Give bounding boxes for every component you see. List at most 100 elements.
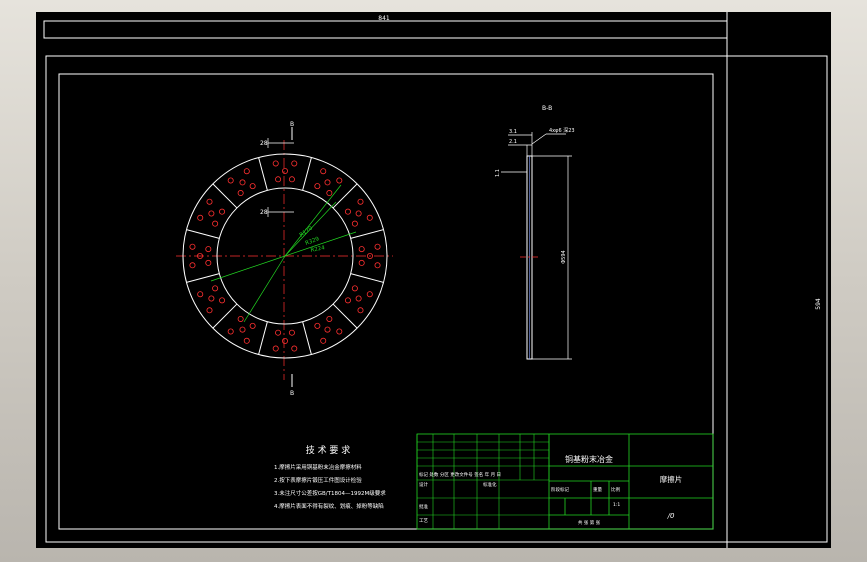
rivet-hole (374, 243, 381, 250)
rivet-hole (237, 315, 244, 322)
overall-height-dim: 594 (815, 298, 822, 310)
section-dim-height: Φ594 (561, 250, 567, 263)
rivet-hole (355, 295, 362, 302)
rivet-hole (351, 220, 358, 227)
rivet-hole (366, 291, 373, 298)
rivet-hole (206, 307, 213, 314)
section-mark-top: B (290, 121, 294, 128)
rivet-hole (288, 176, 295, 183)
rivet-hole (351, 285, 358, 292)
rivet-hole (291, 160, 298, 167)
tb-label-designer: 设计 (419, 481, 428, 488)
rivet-hole (326, 315, 333, 322)
rivet-hole (243, 337, 250, 344)
pad-separator (350, 229, 384, 239)
dim-top-seg: 28 (260, 140, 268, 147)
pad-separator (258, 157, 268, 191)
section-title: B-B (542, 105, 552, 112)
section-view: B-B 3.1 2.1 1.1 4xφ6 深23 Φ594 (495, 105, 575, 360)
rivet-hole (344, 297, 351, 304)
rivet-hole (205, 259, 212, 266)
tech-item-2: 2.按下表摩擦片锻压工件图设计检验 (274, 476, 362, 484)
rivet-hole (208, 210, 215, 217)
rivet-hole (326, 190, 333, 197)
tb-label-scale: 比例 (611, 486, 620, 493)
section-mark-bottom: B (290, 390, 294, 397)
pad-separator (186, 229, 220, 239)
tb-scale-value: 1:1 (613, 502, 620, 508)
dim-radius-b: R329 (305, 236, 321, 247)
tb-part-name: 摩擦片 (660, 474, 683, 484)
pad-separator (258, 321, 268, 355)
rivet-hole (189, 262, 196, 269)
tb-label-standard: 标准化 (483, 481, 497, 488)
section-note: 4xφ6 深23 (549, 127, 575, 134)
rivet-hole (219, 208, 226, 215)
technical-requirements: 技 术 要 求 1.摩擦片采用铜基粉末冶金摩擦材料 2.按下表摩擦片锻压工件图设… (274, 444, 386, 510)
rivet-hole (281, 337, 288, 344)
pad-separator (212, 183, 238, 209)
rivet-hole (291, 345, 298, 352)
rivet-hole (374, 262, 381, 269)
rivet-hole (208, 295, 215, 302)
tech-title: 技 术 要 求 (306, 444, 351, 456)
rivet-hole (227, 177, 234, 184)
tech-item-4: 4.摩擦片表面不得有裂纹、划痕、掉粉等缺陷 (274, 502, 384, 510)
rivet-hole (324, 179, 331, 186)
rivet-hole (275, 176, 282, 183)
rivet-hole (197, 291, 204, 298)
rivet-hole (355, 210, 362, 217)
rivet-hole (281, 167, 288, 174)
rivet-hole (249, 322, 256, 329)
pad-separator (212, 303, 238, 329)
rivet-hole (206, 198, 213, 205)
rivet-hole (237, 190, 244, 197)
rivet-hole (320, 168, 327, 175)
rivet-hole (212, 285, 219, 292)
section-dim-a: 3.1 (509, 129, 517, 135)
rivet-hole (272, 160, 279, 167)
pad-separator (186, 273, 220, 283)
rivet-hole (249, 183, 256, 190)
rivet-hole (344, 208, 351, 215)
rivet-hole (275, 329, 282, 336)
rivet-hole (239, 326, 246, 333)
border-outer (45, 55, 828, 543)
rivet-hole (357, 198, 364, 205)
section-dim-b: 2.1 (509, 139, 517, 145)
rivet-hole (320, 337, 327, 344)
tb-sheets: 共 张 第 张 (578, 519, 601, 526)
tb-label-approve: 批准 (419, 503, 428, 510)
title-block: 铜基粉末冶金 摩擦片 /0 标记 处数 分区 更改文件号 签名 年 月 日 设计… (416, 433, 714, 530)
drawing-sheet: 841 594 R170 R329 R224 B B 28 28 B-B 3.1… (36, 12, 831, 548)
frame (43, 12, 828, 548)
pad-separator (350, 273, 384, 283)
tech-item-3: 3.未注尺寸公差按GB/T1804—1992M级要求 (274, 489, 386, 497)
pad-separator (332, 303, 358, 329)
cad-drawing: 841 594 R170 R329 R224 B B 28 28 B-B 3.1… (43, 12, 828, 548)
tb-label-stage: 阶段标记 (551, 486, 569, 493)
section-dim-lines (501, 132, 572, 360)
rivet-hole (336, 328, 343, 335)
rivet-hole (314, 322, 321, 329)
tb-row-marks: 标记 处数 分区 更改文件号 签名 年 月 日 (419, 471, 501, 478)
pad-separator (302, 157, 312, 191)
rivet-hole (219, 297, 226, 304)
rivet-hole (358, 259, 365, 266)
rivet-hole (272, 345, 279, 352)
rivet-hole (358, 246, 365, 253)
rivet-hole (324, 326, 331, 333)
tb-material: 铜基粉末冶金 (565, 454, 613, 464)
rivet-hole (212, 220, 219, 227)
rivet-hole (336, 177, 343, 184)
rivet-hole (366, 214, 373, 221)
tb-drawing-no: /0 (667, 512, 675, 520)
tb-label-weight: 重量 (593, 486, 602, 493)
rivet-hole (357, 307, 364, 314)
tb-label-process: 工艺 (419, 518, 428, 524)
rivet-hole (314, 183, 321, 190)
rivet-hole (197, 214, 204, 221)
overall-width-dim: 841 (378, 15, 390, 22)
rivet-hole (243, 168, 250, 175)
rivet-hole (205, 246, 212, 253)
